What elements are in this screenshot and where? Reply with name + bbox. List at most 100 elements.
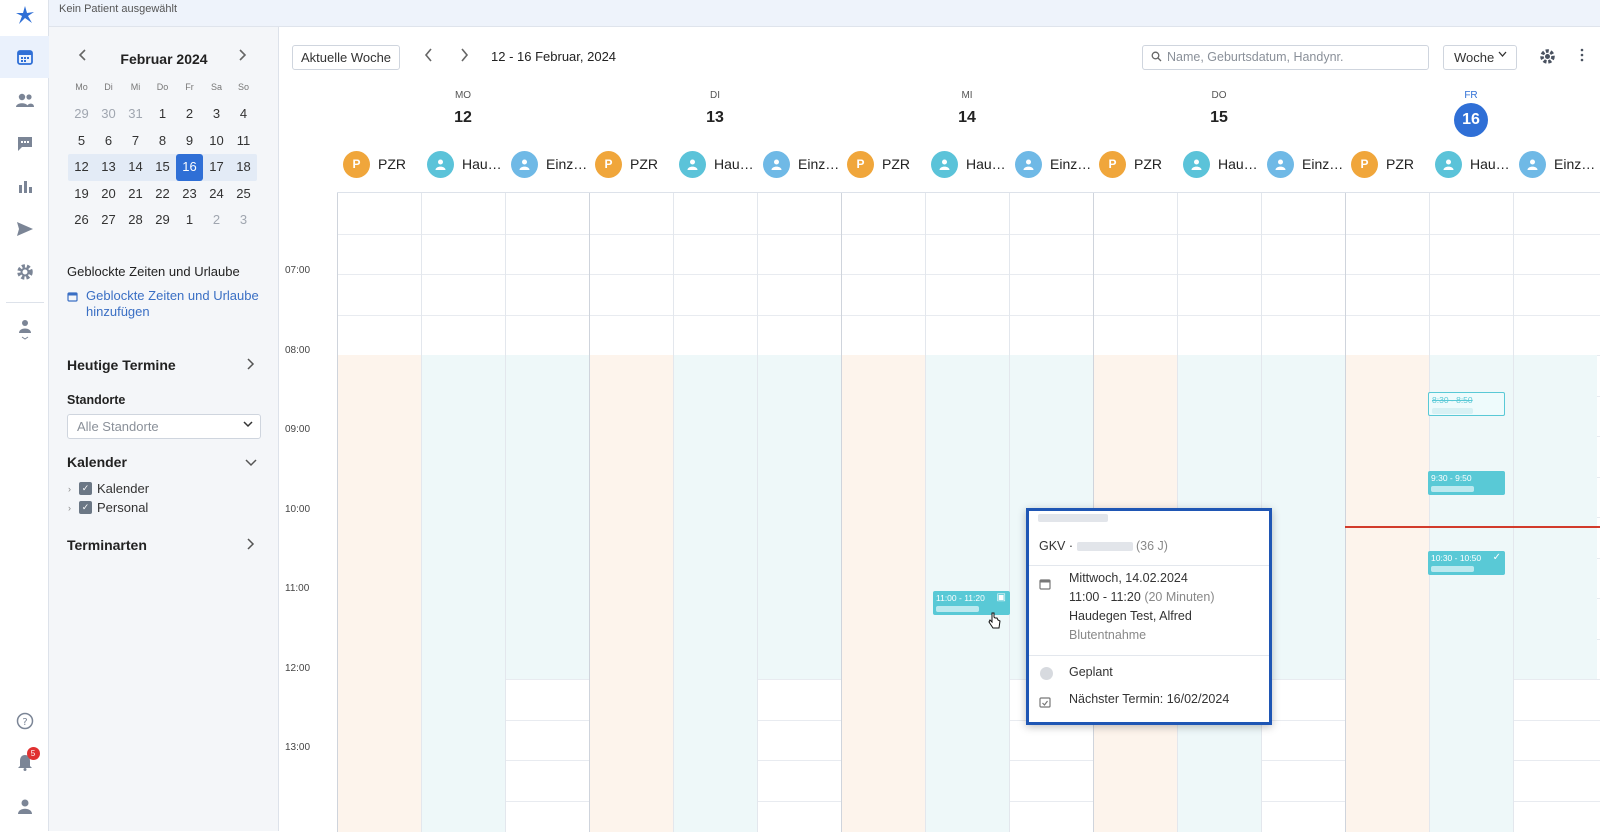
resource-column[interactable] — [757, 193, 841, 832]
mini-day[interactable]: 21 — [122, 181, 149, 208]
resource-header[interactable]: P PZR — [595, 150, 658, 178]
resource-header[interactable]: Hau… — [931, 150, 1006, 178]
mini-day[interactable]: 9 — [176, 128, 203, 155]
appointment[interactable]: 8:30 - 8:50 — [1428, 392, 1505, 416]
mini-day[interactable]: 7 — [122, 128, 149, 155]
today-appointments-toggle[interactable]: Heutige Termine — [67, 357, 176, 373]
resource-column[interactable] — [1513, 193, 1597, 832]
next-week-icon[interactable] — [458, 47, 470, 68]
next-appointment[interactable]: Nächster Termin: 16/02/2024 — [1069, 690, 1229, 709]
chevron-right-icon[interactable] — [245, 358, 255, 373]
resource-header[interactable]: Hau… — [427, 150, 502, 178]
mini-day[interactable]: 19 — [68, 181, 95, 208]
resource-header[interactable]: P PZR — [1351, 150, 1414, 178]
resource-header[interactable]: Hau… — [679, 150, 754, 178]
messages-icon[interactable] — [0, 122, 49, 164]
mini-day[interactable]: 14 — [122, 154, 149, 181]
resource-header[interactable]: P PZR — [1099, 150, 1162, 178]
calendars-toggle[interactable]: Kalender — [67, 454, 127, 470]
mini-day[interactable]: 2 — [176, 101, 203, 128]
mini-day[interactable]: 29 — [68, 101, 95, 128]
staff-icon[interactable] — [0, 308, 49, 350]
resource-header[interactable]: Einz… — [763, 150, 839, 178]
mini-day[interactable]: 17 — [203, 154, 230, 181]
mini-day[interactable]: 10 — [203, 128, 230, 155]
resource-header[interactable]: Einz… — [511, 150, 587, 178]
mini-day[interactable]: 5 — [68, 128, 95, 155]
stats-icon[interactable] — [0, 165, 49, 207]
mini-day[interactable]: 20 — [95, 181, 122, 208]
resource-column[interactable] — [421, 193, 505, 832]
mini-day[interactable]: 18 — [230, 154, 257, 181]
resource-column[interactable] — [1261, 193, 1345, 832]
mini-day[interactable]: 11 — [230, 128, 257, 155]
appointment[interactable]: 9:30 - 9:50 — [1428, 471, 1505, 495]
resource-header[interactable]: Hau… — [1183, 150, 1258, 178]
mini-prev-month-icon[interactable] — [77, 48, 89, 67]
prev-week-icon[interactable] — [423, 47, 435, 68]
resource-column[interactable] — [505, 193, 589, 832]
mini-day[interactable]: 6 — [95, 128, 122, 155]
resource-header[interactable]: Einz… — [1519, 150, 1595, 178]
send-icon[interactable] — [0, 208, 49, 250]
resource-column[interactable] — [589, 193, 673, 832]
user-icon[interactable] — [0, 785, 49, 827]
mini-day[interactable]: 30 — [95, 101, 122, 128]
mini-day[interactable]: 27 — [95, 207, 122, 234]
resource-column[interactable] — [1429, 193, 1513, 832]
mini-day[interactable]: 29 — [149, 207, 176, 234]
mini-day[interactable]: 3 — [230, 207, 257, 234]
current-week-button[interactable]: Aktuelle Woche — [292, 45, 400, 70]
mini-day[interactable]: 12 — [68, 154, 95, 181]
resource-header[interactable]: Einz… — [1015, 150, 1091, 178]
expand-icon[interactable]: › — [68, 503, 74, 513]
resource-header[interactable]: P PZR — [847, 150, 910, 178]
mini-day[interactable]: 26 — [68, 207, 95, 234]
mini-day[interactable]: 22 — [149, 181, 176, 208]
calendar-filter-kalender[interactable]: › ✓ Kalender — [68, 481, 149, 496]
add-blocked-times-link[interactable]: Geblockte Zeiten und Urlaube hinzufügen — [67, 288, 267, 320]
mini-day[interactable]: 25 — [230, 181, 257, 208]
resource-column[interactable] — [1345, 193, 1429, 832]
resource-header[interactable]: P PZR — [343, 150, 406, 178]
checkbox-checked-icon[interactable]: ✓ — [79, 501, 92, 514]
mini-day[interactable]: 23 — [176, 181, 203, 208]
mini-day[interactable]: 2 — [203, 207, 230, 234]
calendar-filter-personal[interactable]: › ✓ Personal — [68, 500, 148, 515]
mini-day[interactable]: 28 — [122, 207, 149, 234]
mini-day-today[interactable]: 16 — [176, 154, 203, 181]
mini-day[interactable]: 24 — [203, 181, 230, 208]
mini-day[interactable]: 4 — [230, 101, 257, 128]
checkbox-checked-icon[interactable]: ✓ — [79, 482, 92, 495]
patients-icon[interactable] — [0, 79, 49, 121]
help-icon[interactable]: ? — [0, 700, 49, 742]
chevron-down-icon[interactable] — [245, 457, 257, 471]
expand-icon[interactable]: › — [68, 484, 74, 494]
app-logo-icon[interactable] — [0, 0, 49, 30]
appointment[interactable]: 10:30 - 10:50 ✓ — [1428, 551, 1505, 575]
gear-icon[interactable] — [1539, 48, 1556, 70]
calendar-icon[interactable] — [0, 36, 49, 78]
resource-header[interactable]: Einz… — [1267, 150, 1343, 178]
resource-column[interactable] — [925, 193, 1009, 832]
mini-day[interactable]: 13 — [95, 154, 122, 181]
resource-column[interactable] — [841, 193, 925, 832]
chevron-right-icon[interactable] — [245, 538, 255, 553]
view-select[interactable]: Woche — [1443, 45, 1517, 70]
resource-column[interactable] — [337, 193, 421, 832]
locations-select[interactable]: Alle Standorte — [67, 414, 261, 439]
patient-search-input[interactable]: Name, Geburtsdatum, Handynr. — [1142, 45, 1429, 70]
mini-next-month-icon[interactable] — [236, 48, 248, 67]
calendar-grid[interactable]: 11:00 - 11:20 ▣ 8:30 - 8:50 9:30 - 9:50 … — [337, 192, 1600, 832]
mini-day[interactable]: 3 — [203, 101, 230, 128]
settings-icon[interactable] — [0, 251, 49, 293]
resource-column[interactable] — [673, 193, 757, 832]
more-options-icon[interactable] — [1580, 48, 1584, 65]
mini-day[interactable]: 31 — [122, 101, 149, 128]
mini-day[interactable]: 1 — [176, 207, 203, 234]
resource-header[interactable]: Hau… — [1435, 150, 1510, 178]
mini-day[interactable]: 8 — [149, 128, 176, 155]
mini-day[interactable]: 15 — [149, 154, 176, 181]
notifications-button[interactable]: 5 — [0, 743, 49, 785]
appointment-types-toggle[interactable]: Terminarten — [67, 537, 147, 553]
